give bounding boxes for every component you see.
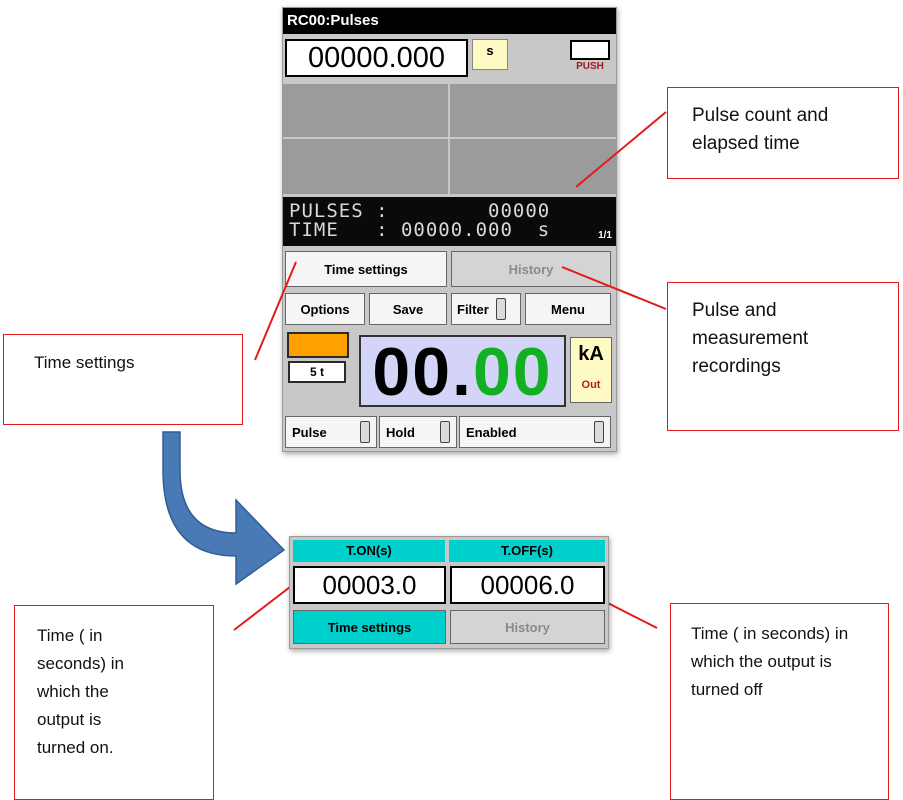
arrow-icon [162,431,286,586]
connector-line [575,111,667,188]
connector-overlay [162,111,667,631]
connector-line [233,586,291,631]
zoom-tab-history[interactable]: History [450,610,605,644]
t-on-header: T.ON(s) [293,540,445,562]
t-off-header: T.OFF(s) [449,540,605,562]
connector-line [561,266,667,310]
t-off-value[interactable]: 00006.0 [450,566,605,604]
t-on-value[interactable]: 00003.0 [293,566,446,604]
zoom-tab-time-settings[interactable]: Time settings [293,610,446,644]
zoomed-time-panel: T.ON(s) T.OFF(s) 00003.0 00006.0 Time se… [289,536,609,649]
connector-line [254,261,297,361]
